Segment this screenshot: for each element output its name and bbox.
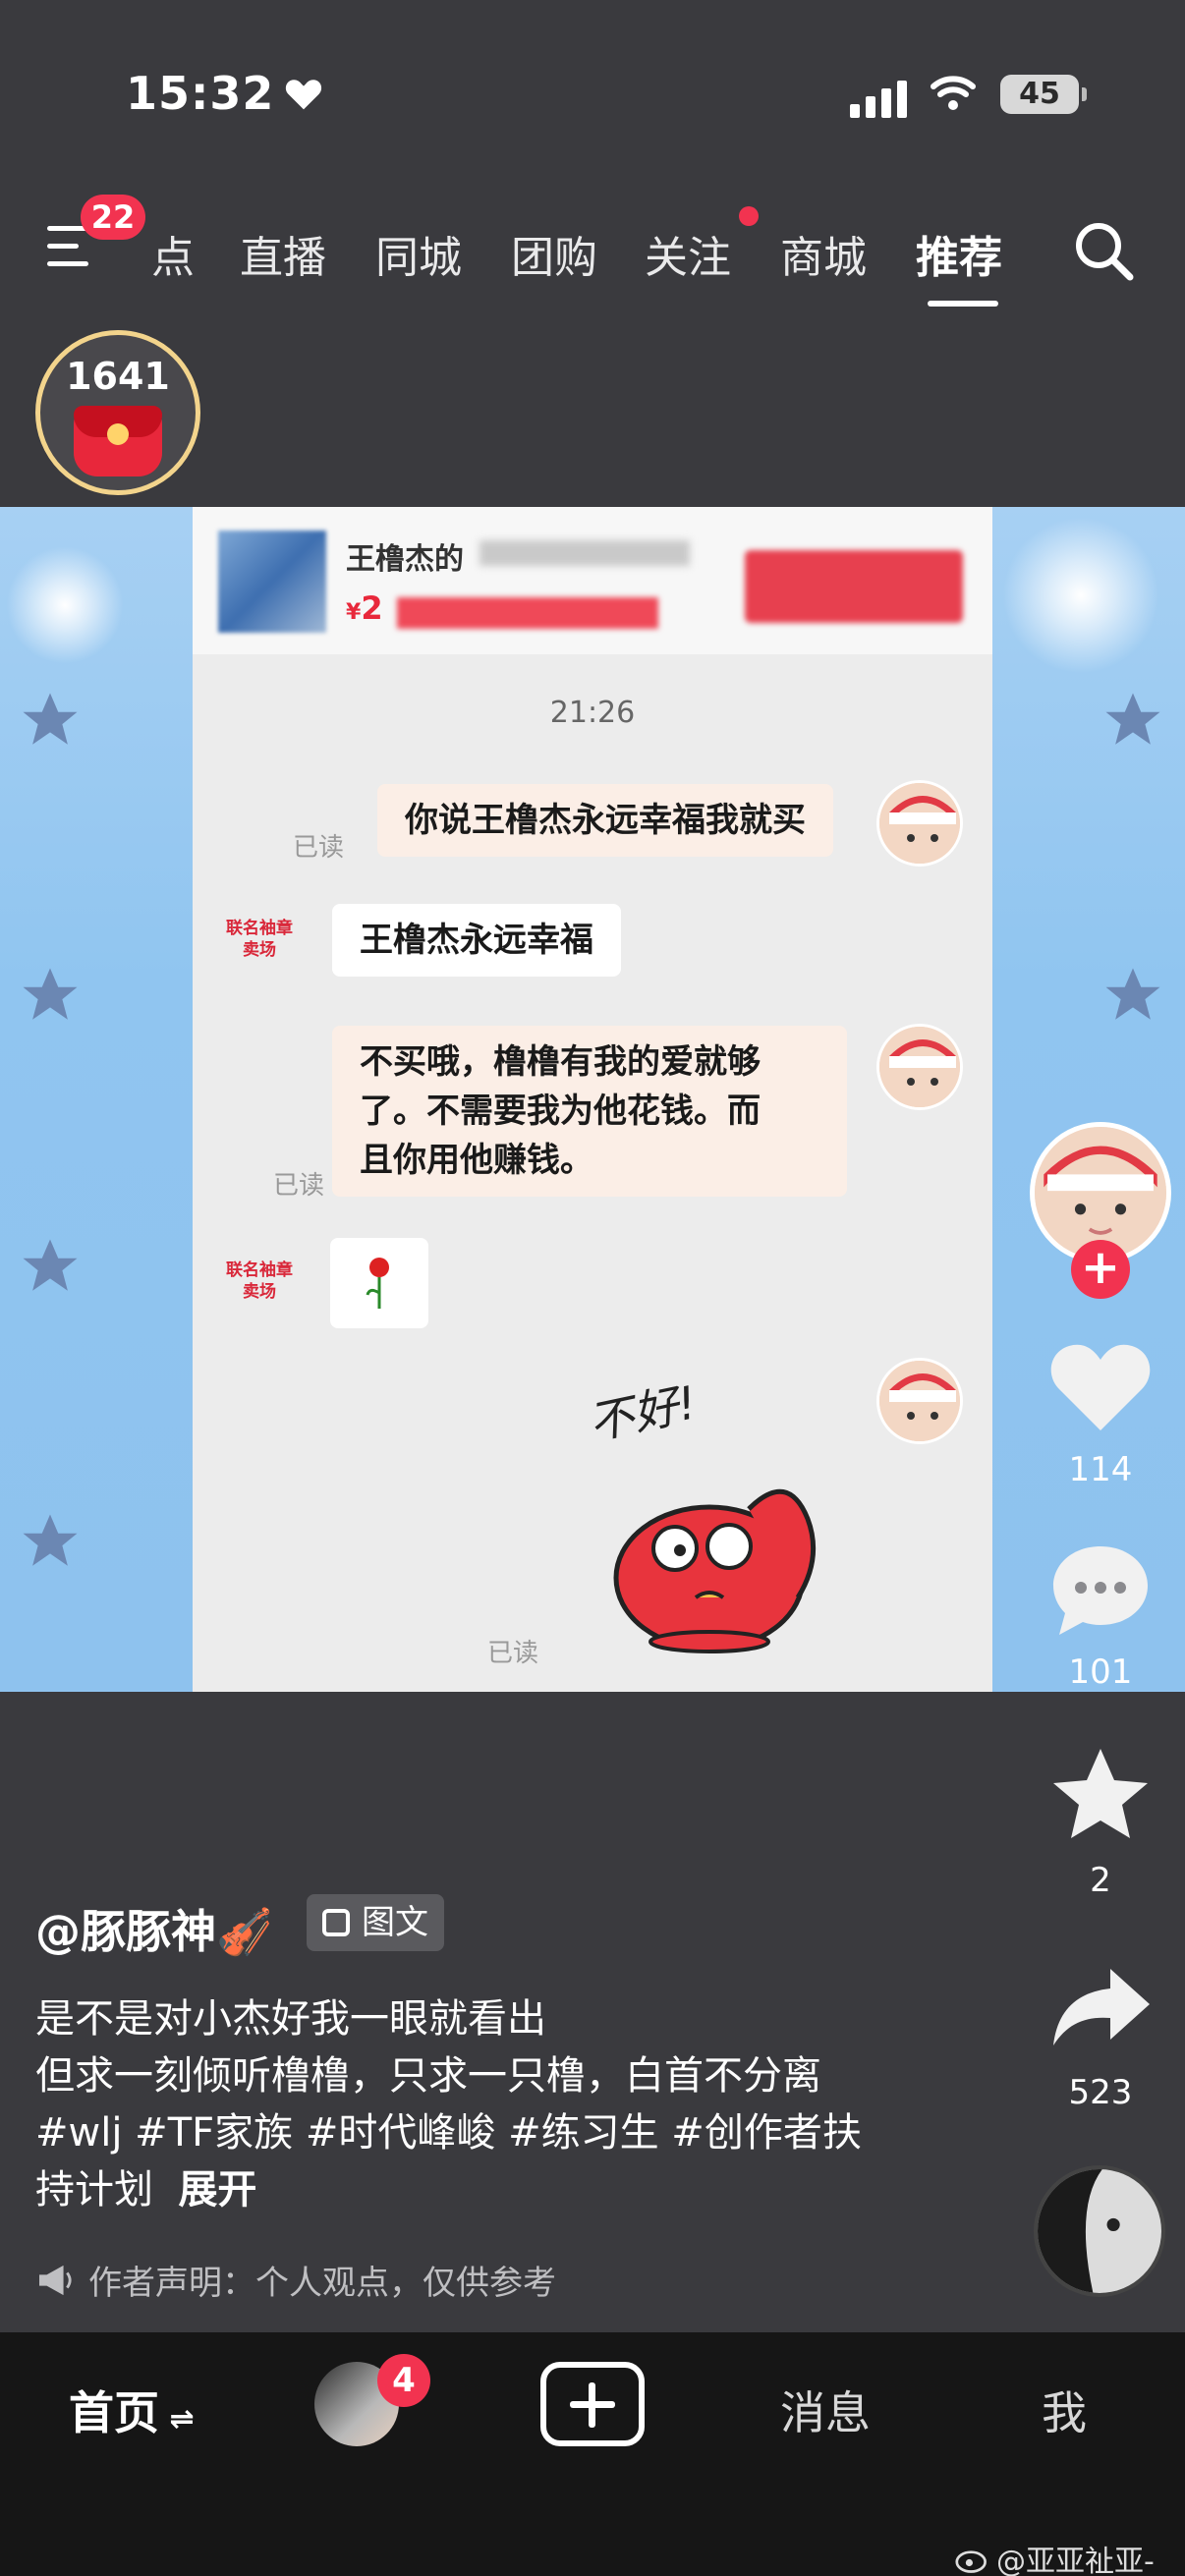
sparkle	[6, 546, 124, 664]
star-decoration-icon	[23, 693, 78, 745]
read-receipt: 已读	[293, 833, 345, 863]
tab-recommend[interactable]: 推荐	[916, 222, 1002, 285]
music-disc[interactable]	[1034, 2165, 1165, 2297]
wifi-icon	[931, 76, 976, 110]
heart-icon	[286, 80, 322, 110]
rose-emoji	[330, 1238, 428, 1328]
tag-label: 图文	[362, 1903, 428, 1942]
chat-bubble-left: 王橹杰永远幸福	[332, 904, 621, 977]
tab-local[interactable]: 同城	[375, 222, 462, 285]
follow-button[interactable]: +	[1071, 1240, 1130, 1299]
tab-group-buy[interactable]: 团购	[511, 222, 597, 285]
read-receipt: 已读	[487, 1639, 539, 1668]
hashtag-line[interactable]: #wlj #TF家族 #时代峰峻 #练习生 #创作者扶	[35, 2104, 862, 2161]
product-card: 王橹杰的 ¥2	[193, 507, 992, 654]
image-text-icon	[322, 1909, 350, 1936]
baby-avatar	[876, 1358, 963, 1444]
author-username[interactable]: @豚豚神🎻	[35, 1896, 272, 1961]
status-bar: 15:32 45	[0, 61, 1185, 130]
tab-messages[interactable]: 消息	[780, 2378, 871, 2442]
red-envelope-icon	[74, 406, 162, 476]
image-text-tag: 图文	[307, 1894, 444, 1951]
expand-link[interactable]: 展开	[178, 2167, 256, 2212]
star-decoration-icon	[1105, 968, 1160, 1020]
coin-count: 1641	[66, 355, 170, 398]
sparkle	[1002, 517, 1159, 674]
create-post-button[interactable]	[540, 2362, 645, 2446]
tab-me[interactable]: 我	[1042, 2378, 1087, 2442]
like-count: 114	[1068, 1450, 1133, 1489]
tab-dian[interactable]: 点	[151, 222, 195, 285]
tab-live[interactable]: 直播	[240, 222, 326, 285]
tab-following[interactable]: 关注	[645, 222, 731, 285]
sticker-caption: 不好!	[584, 1375, 702, 1450]
status-time: 15:32	[126, 67, 323, 120]
baby-avatar	[876, 780, 963, 867]
star-decoration-icon	[1105, 693, 1160, 745]
bubble-line: 且你用他赚钱。	[360, 1141, 593, 1180]
time-text: 15:32	[126, 67, 275, 120]
coin-reward-widget[interactable]: 1641	[35, 330, 200, 495]
share-count: 523	[1068, 2073, 1133, 2112]
disclaimer-text: 作者声明：个人观点，仅供参考	[88, 2264, 556, 2303]
post-image[interactable]: 王橹杰的 ¥2 21:26 已读 你说王橹杰永远幸福我就买 联名袖章卖场 王橹杰…	[0, 507, 1185, 1692]
shop-sender-name: 联名袖章卖场	[226, 919, 293, 960]
watermark-text: @亚亚祉亚-	[996, 2545, 1155, 2576]
comment-count: 101	[1068, 1652, 1133, 1692]
bubble-line: 不买哦，橹橹有我的爱就够	[360, 1042, 761, 1082]
blurred-text	[397, 597, 658, 629]
star-decoration-icon	[23, 1514, 78, 1566]
bubble-line: 了。不需要我为他花钱。而	[360, 1092, 761, 1131]
price-symbol: ¥	[346, 600, 362, 625]
chat-bubble-right: 不买哦，橹橹有我的爱就够 了。不需要我为他花钱。而 且你用他赚钱。	[332, 1026, 847, 1197]
weibo-watermark: @亚亚祉亚-	[955, 2537, 1155, 2576]
tab-home-label: 首页	[69, 2386, 159, 2439]
author-disclaimer: 作者声明：个人观点，仅供参考	[37, 2256, 556, 2304]
weibo-icon	[955, 2550, 987, 2573]
star-decoration-icon	[23, 1239, 78, 1291]
favorite-star-icon[interactable]	[1042, 1739, 1159, 1857]
top-nav: 22 点 直播 同城 团购 关注 商城 推荐	[0, 187, 1185, 307]
comment-icon[interactable]	[1042, 1533, 1159, 1651]
shop-sender-name: 联名袖章卖场	[226, 1260, 293, 1302]
hashtag-continuation[interactable]: 持计划	[35, 2167, 153, 2212]
chat-bubble-right: 你说王橹杰永远幸福我就买	[377, 784, 833, 857]
search-icon[interactable]	[1071, 218, 1136, 283]
battery-indicator: 45	[1000, 75, 1087, 114]
like-heart-icon[interactable]	[1042, 1328, 1159, 1446]
tab-mall[interactable]: 商城	[780, 222, 867, 285]
shop-avatar: 联名袖章卖场	[220, 1260, 299, 1303]
chat-screenshot: 王橹杰的 ¥2 21:26 已读 你说王橹杰永远幸福我就买 联名袖章卖场 王橹杰…	[193, 507, 992, 1692]
blurred-button	[745, 550, 963, 623]
star-decoration-icon	[23, 968, 78, 1020]
shop-avatar: 联名袖章卖场	[220, 918, 299, 961]
product-title: 王橹杰的	[346, 542, 464, 577]
read-receipt: 已读	[273, 1171, 325, 1201]
caption-line: 但求一刻倾听橹橹，只求一只橹，白首不分离	[35, 2053, 821, 2099]
hashtag-line: 持计划 展开	[35, 2161, 256, 2218]
app-screen: 15:32 45 22 点 直播 同城 团购 关注 商城 推荐 1641 王橹杰…	[0, 0, 1185, 2576]
megaphone-icon	[39, 2265, 72, 2295]
price-value: 2	[361, 589, 383, 627]
baby-avatar	[876, 1024, 963, 1110]
share-arrow-icon[interactable]	[1042, 1951, 1159, 2069]
blurred-text	[480, 540, 690, 566]
following-dot	[739, 206, 759, 226]
tab-home[interactable]: 首页 ⇌	[69, 2378, 195, 2442]
product-price: ¥2	[346, 589, 383, 627]
product-thumbnail	[218, 531, 326, 633]
cellular-signal-icon	[850, 81, 907, 118]
chat-timestamp: 21:26	[549, 696, 636, 730]
red-dinosaur-sticker	[613, 1488, 817, 1653]
menu-badge: 22	[81, 195, 145, 240]
active-tab-indicator	[928, 301, 998, 307]
friends-badge: 4	[377, 2354, 430, 2407]
favorite-count: 2	[1090, 1861, 1111, 1900]
refresh-toggle-icon: ⇌	[159, 2402, 195, 2436]
caption-line: 是不是对小杰好我一眼就看出	[35, 1996, 546, 2042]
